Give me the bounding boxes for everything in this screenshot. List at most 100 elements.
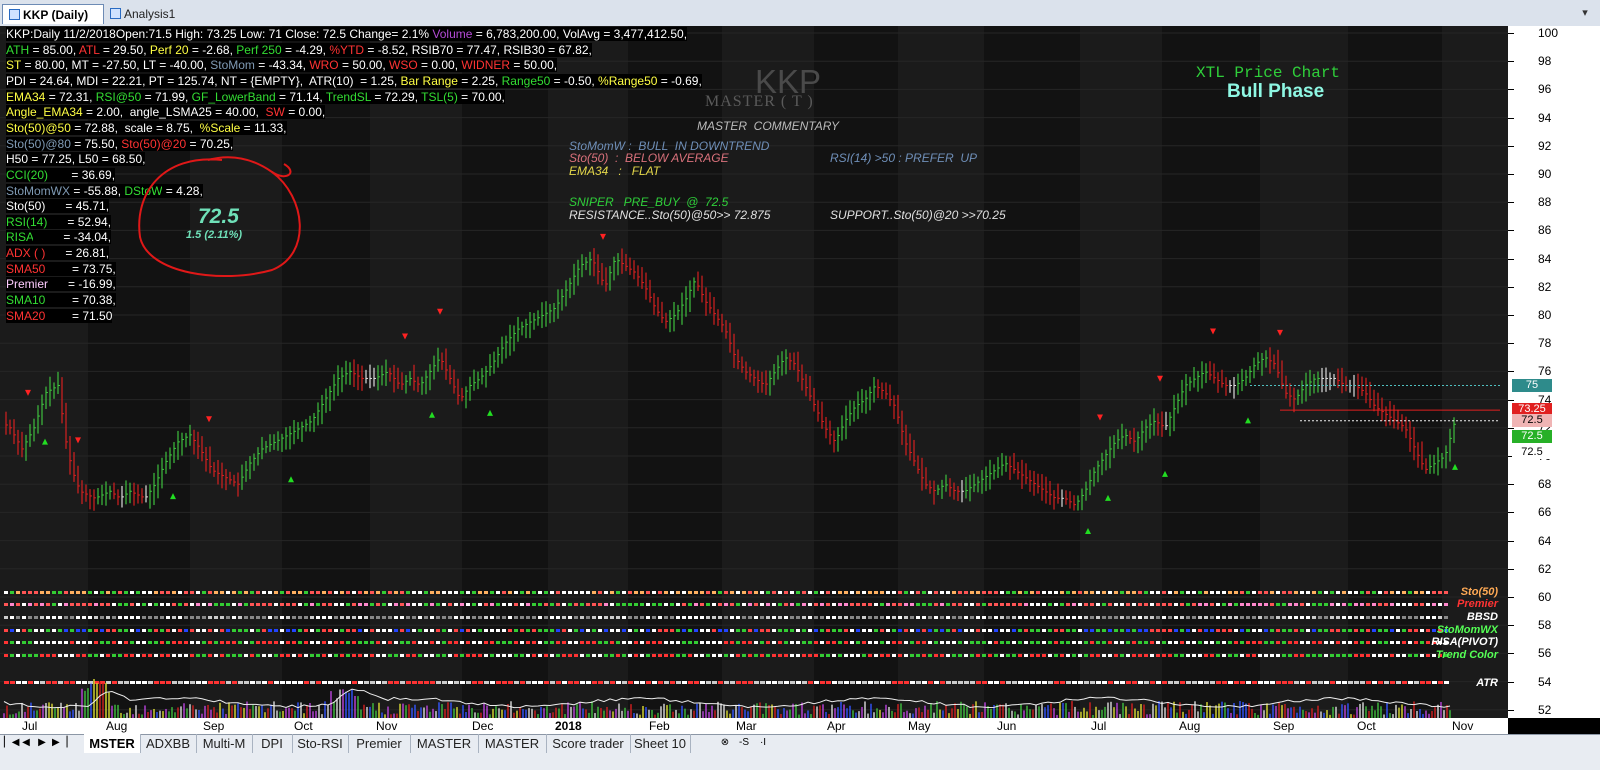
indicator-strip-dot	[724, 603, 728, 606]
atr-strip-dot	[712, 681, 717, 684]
indicator-strip-dot	[130, 654, 134, 657]
sheet-tab[interactable]: Sheet 10	[630, 734, 691, 753]
indicator-strip-dot	[694, 603, 698, 606]
indicator-strip-dot	[1240, 641, 1244, 644]
indicator-strip-dot	[1162, 616, 1166, 619]
indicator-strip-dot	[778, 641, 782, 644]
window-menu-icon[interactable]: ▾	[1578, 6, 1592, 20]
indicator-strip-dot	[712, 629, 716, 632]
indicator-strip-dot	[1402, 616, 1406, 619]
indicator-strip-dot	[304, 591, 308, 594]
chart-doc-icon	[9, 9, 20, 20]
add-sheet-button[interactable]: ⊗	[717, 736, 733, 750]
indicator-strip-dot	[604, 591, 608, 594]
price-axis-gridtick	[1508, 286, 1514, 288]
indicator-strip-dot	[430, 629, 434, 632]
indicator-strip-dot	[82, 616, 86, 619]
atr-strip-dot	[1042, 681, 1047, 684]
prev-sheet-button[interactable]: ◀	[20, 736, 32, 750]
indicator-strip-dot	[370, 591, 374, 594]
sheet-nav-left[interactable]: -S	[737, 736, 751, 750]
sheet-tab[interactable]: MASTER	[410, 734, 479, 753]
indicator-strip-dot	[466, 629, 470, 632]
indicator-strip-dot	[808, 641, 812, 644]
indicator-strip-dot	[940, 654, 944, 657]
indicator-strip-dot	[982, 629, 986, 632]
sheet-tab[interactable]: Sto-RSI	[292, 734, 349, 753]
indicator-strip-dot	[1282, 591, 1286, 594]
indicator-strip-dot	[238, 654, 242, 657]
indicator-strip-dot	[532, 629, 536, 632]
last-sheet-button[interactable]: ▶▕	[52, 736, 67, 750]
indicator-strip-dot	[274, 591, 278, 594]
indicator-strip-dot	[16, 629, 20, 632]
indicator-strip-dot	[1114, 616, 1118, 619]
sheet-nav-right[interactable]: ·I	[756, 736, 770, 750]
indicator-strip-dot	[76, 591, 80, 594]
indicator-strip-dot	[1354, 641, 1358, 644]
indicator-value-segment: TrendSL	[325, 89, 371, 104]
indicator-strip-dot	[202, 603, 206, 606]
indicator-strip-dot	[976, 603, 980, 606]
indicator-strip-dot	[1060, 616, 1064, 619]
indicator-strip-dot	[838, 654, 842, 657]
indicator-strip-dot	[286, 654, 290, 657]
indicator-strip-dot	[1330, 654, 1334, 657]
sheet-tab[interactable]: DPI	[252, 734, 293, 753]
price-axis-gridtick	[1508, 427, 1514, 429]
indicator-strip-dot	[1192, 616, 1196, 619]
indicator-strip-dot	[28, 591, 32, 594]
tab-kkp-daily[interactable]: KKP (Daily)×	[2, 4, 104, 42]
indicator-strip-dot	[586, 591, 590, 594]
sheet-tab[interactable]: ADXBB	[140, 734, 197, 753]
indicator-strip-dot	[1096, 629, 1100, 632]
atr-strip-dot	[118, 681, 123, 684]
indicator-strip-dot	[388, 616, 392, 619]
indicator-strip-dot	[958, 629, 962, 632]
sheet-tab[interactable]: Multi-M	[196, 734, 253, 753]
indicator-strip-dot	[418, 629, 422, 632]
tab-analysis1[interactable]: Analysis1	[104, 4, 214, 24]
indicator-strip-dot	[784, 654, 788, 657]
atr-strip-dot	[190, 681, 195, 684]
indicator-strip-dot	[124, 591, 128, 594]
indicator-strip-dot	[1216, 629, 1220, 632]
indicator-strip-dot	[592, 616, 596, 619]
indicator-strip-dot	[1402, 603, 1406, 606]
indicator-strip-dot	[1144, 629, 1148, 632]
sheet-tab[interactable]: Premier	[348, 734, 411, 753]
indicator-strip-dot	[766, 629, 770, 632]
indicator-strip-dot	[658, 616, 662, 619]
indicator-strip-dot	[286, 629, 290, 632]
indicator-strip-dot	[892, 629, 896, 632]
indicator-strip-dot	[76, 603, 80, 606]
indicator-strip-dot	[64, 654, 68, 657]
price-tick-label: 60	[1538, 590, 1552, 604]
indicator-strip-dot	[1102, 654, 1106, 657]
indicator-strip-dot	[334, 641, 338, 644]
indicator-value-segment: RSI@50	[95, 89, 142, 104]
indicator-strip-dot	[580, 603, 584, 606]
indicator-strip-dot	[424, 603, 428, 606]
indicator-strip-dot	[250, 616, 254, 619]
indicator-strip-dot	[826, 616, 830, 619]
indicator-strip-dot	[358, 603, 362, 606]
atr-strip-dot	[1198, 681, 1203, 684]
indicator-strip-dot	[1264, 603, 1268, 606]
indicator-strip-dot	[1288, 603, 1292, 606]
next-sheet-button[interactable]: ▶	[36, 736, 48, 750]
indicator-value-segment: RISA	[6, 230, 34, 245]
indicator-strip-dot	[940, 641, 944, 644]
sheet-tab[interactable]: Score trader	[546, 734, 631, 753]
indicator-strip-dot	[706, 591, 710, 594]
sheet-tab[interactable]: MSTER	[84, 734, 141, 753]
price-axis-gridtick	[1508, 117, 1514, 119]
indicator-strip-dot	[610, 591, 614, 594]
sheet-tab[interactable]: MASTER	[478, 734, 547, 753]
chart-title: XTL Price Chart	[1196, 64, 1341, 82]
indicator-strip-dot	[1162, 641, 1166, 644]
indicator-strip-dot	[670, 654, 674, 657]
first-sheet-button[interactable]: ▏◀	[4, 736, 19, 750]
indicator-strip-dot	[1030, 641, 1034, 644]
indicator-strip-dot	[1420, 616, 1424, 619]
